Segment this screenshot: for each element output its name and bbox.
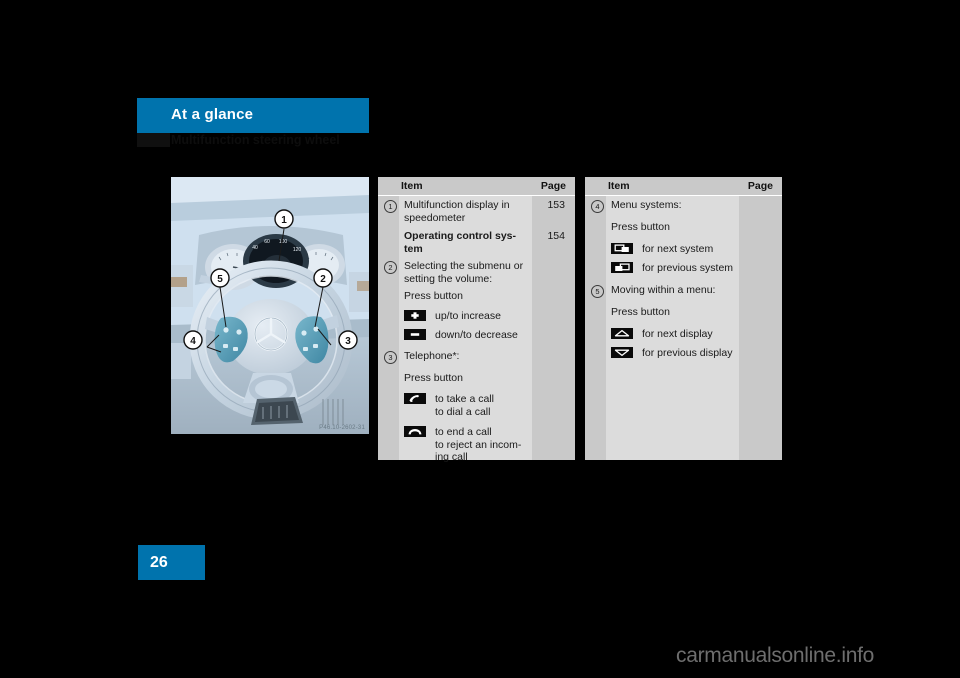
item-text-menu-systems: Menu systems: — [611, 199, 682, 211]
item-page-2: 154 — [547, 230, 565, 242]
item-number-2: 2 — [384, 261, 397, 274]
svg-text:4: 4 — [190, 336, 196, 347]
item-page-1: 153 — [547, 199, 565, 211]
item-number-3: 3 — [384, 351, 397, 364]
end-call-icon[interactable] — [404, 426, 426, 437]
item-number-5: 5 — [591, 285, 604, 298]
page-number: 26 — [150, 554, 168, 571]
spec-table-left: Item Page 1 Multifunction display in spe… — [378, 177, 575, 463]
table-left-header-row: Item Page — [378, 177, 575, 196]
minus-button-label: down/to decrease — [435, 329, 518, 341]
table-right-body: 4 Menu systems: Press button for next sy… — [585, 196, 782, 460]
item-text-3: Selecting the submenu or setting the vol… — [404, 260, 524, 285]
plus-button-icon[interactable] — [404, 310, 426, 321]
svg-text:100: 100 — [279, 239, 288, 245]
next-display-label: for next display — [642, 328, 713, 340]
svg-text:5: 5 — [217, 274, 223, 285]
site-watermark: carmanualsonline.info — [676, 644, 874, 667]
svg-text:40: 40 — [252, 245, 258, 251]
end-call-label: to end a call to reject an incom- ing ca… — [435, 426, 522, 463]
next-system-icon[interactable] — [611, 243, 633, 254]
previous-display-label: for previous display — [642, 347, 733, 359]
previous-system-label: for previous system — [642, 262, 734, 274]
column-header-item-right: Item — [608, 180, 630, 192]
svg-text:2: 2 — [320, 274, 326, 285]
next-system-label: for next system — [642, 243, 714, 255]
steering-wheel-drawing: 4060 100120 20 140 +12°F 1 2 3 4 5 — [171, 177, 369, 434]
take-call-label: to take a call to dial a call — [435, 393, 494, 418]
table-right-header-row: Item Page — [585, 177, 782, 196]
column-header-item: Item — [401, 180, 423, 192]
chapter-header-bar: At a glance — [137, 98, 369, 133]
item-number-1: 1 — [384, 200, 397, 213]
item-text-telephone: Telephone*: — [404, 350, 460, 362]
figure-image-code: P46.10-2602-31 — [319, 425, 365, 431]
item-number-4: 4 — [591, 200, 604, 213]
column-header-page-right: Page — [747, 180, 773, 192]
minus-button-icon[interactable] — [404, 329, 426, 340]
steering-wheel-figure: 40 60 100 120 20 140 +12°F 1 2 3 4 5 P46… — [171, 177, 369, 434]
svg-text:1: 1 — [281, 215, 287, 226]
subtitle-leading-block — [137, 133, 170, 147]
previous-display-icon[interactable] — [611, 347, 633, 358]
plus-button-label: up/to increase — [435, 310, 501, 322]
page-number-tab: 26 — [138, 545, 205, 580]
item-text-1: Multifunction display in speedometer — [404, 199, 510, 224]
svg-text:120: 120 — [293, 247, 302, 253]
svg-text:3: 3 — [345, 336, 351, 347]
svg-text:60: 60 — [264, 239, 270, 245]
previous-system-icon[interactable] — [611, 262, 633, 273]
table-left-body: 1 Multifunction display in speedometer 1… — [378, 196, 575, 463]
section-subtitle: Multifunction steering wheel — [171, 133, 340, 147]
chapter-title: At a glance — [171, 106, 254, 123]
press-button-label-4: Press button — [611, 306, 670, 318]
next-display-icon[interactable] — [611, 328, 633, 339]
press-button-label-1: Press button — [404, 290, 463, 302]
press-button-label-2: Press button — [404, 372, 463, 384]
take-call-icon[interactable] — [404, 393, 426, 404]
item-text-2: Operating control sys- tem — [404, 230, 517, 255]
column-header-page: Page — [540, 180, 566, 192]
spec-table-right: Item Page 4 Menu systems: Press button f… — [585, 177, 782, 460]
press-button-label-3: Press button — [611, 221, 670, 233]
item-text-moving-menu: Moving within a menu: — [611, 284, 716, 296]
